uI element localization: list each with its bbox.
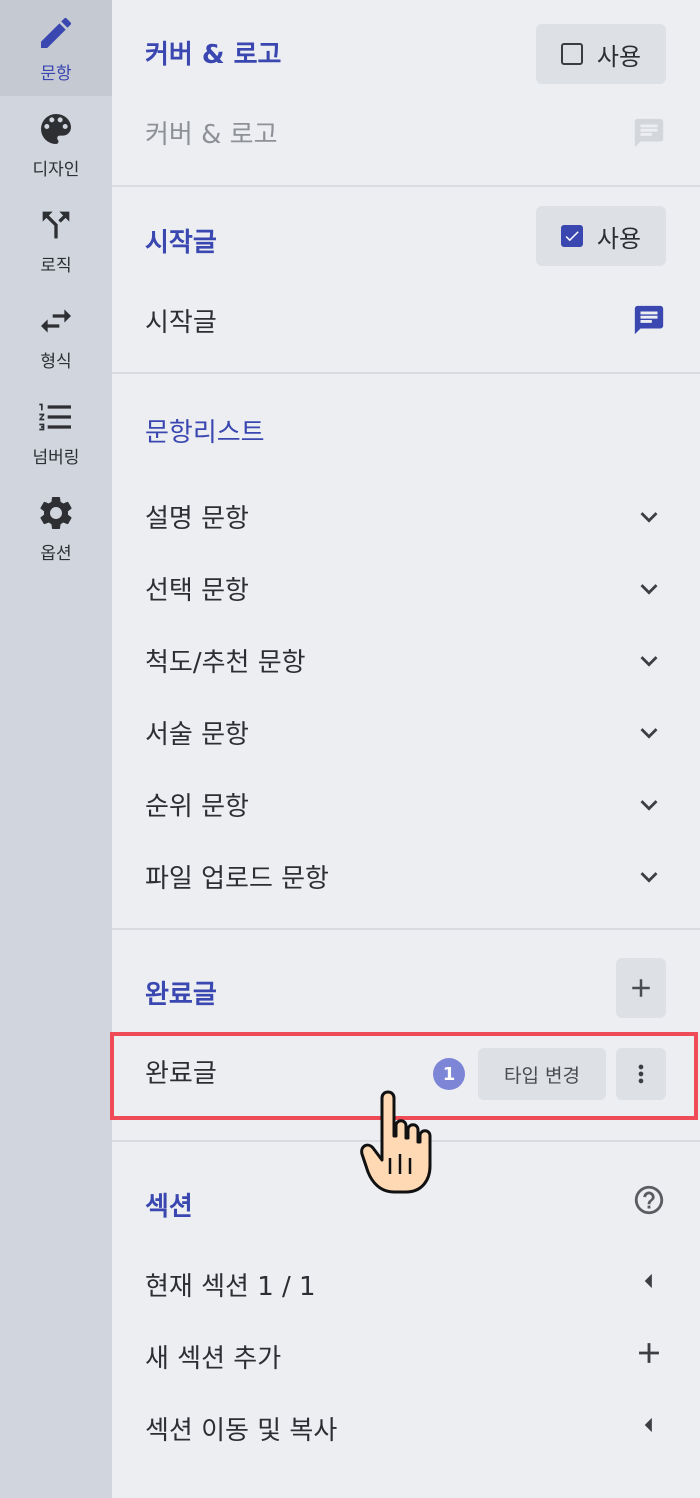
- chevron-down-icon[interactable]: [632, 500, 666, 534]
- checkbox-checked-icon: [560, 225, 583, 247]
- comment-icon[interactable]: [632, 303, 666, 337]
- question-type-item[interactable]: 척도/추천 문항: [145, 642, 306, 679]
- checkbox-unchecked-icon: [560, 43, 583, 65]
- divider: [112, 372, 700, 374]
- rail-item-format[interactable]: 형식: [0, 288, 112, 384]
- rail-item-questions[interactable]: 문항: [0, 0, 112, 96]
- rail-item-numbering[interactable]: 넘버링: [0, 384, 112, 480]
- ending-section-title: 완료글: [145, 980, 217, 1010]
- intro-section-title: 시작글: [145, 228, 217, 258]
- pencil-icon: [41, 17, 72, 48]
- current-section-item[interactable]: 현재 섹션 1 / 1: [145, 1266, 316, 1303]
- use-label: 사용: [596, 42, 642, 71]
- chevron-down-icon[interactable]: [632, 860, 666, 894]
- left-nav-rail: 문항 디자인 로직 형식 넘버링 옵션: [0, 0, 112, 1498]
- help-icon[interactable]: [632, 1183, 666, 1217]
- chevron-down-icon[interactable]: [632, 716, 666, 750]
- cover-section-title: 커버 & 로고: [145, 40, 282, 70]
- cover-use-toggle[interactable]: 사용: [536, 24, 666, 84]
- rail-label: 넘버링: [32, 447, 80, 468]
- plus-icon[interactable]: [632, 1336, 666, 1370]
- type-change-button[interactable]: 타입 변경: [478, 1048, 606, 1100]
- palette-icon: [41, 113, 71, 144]
- question-panel: 커버 & 로고 사용 커버 & 로고 시작글 사용 시작글 문항리스트 설명 문…: [110, 0, 700, 1498]
- section-title: 섹션: [145, 1192, 193, 1222]
- add-section-item[interactable]: 새 섹션 추가: [145, 1338, 281, 1375]
- question-type-item[interactable]: 선택 문항: [145, 570, 249, 607]
- numbered-list-icon: [39, 403, 71, 430]
- chevron-down-icon[interactable]: [632, 572, 666, 606]
- count-badge: 1: [433, 1058, 465, 1090]
- chevron-down-icon[interactable]: [632, 788, 666, 822]
- ending-item[interactable]: 완료글: [145, 1053, 217, 1090]
- cover-item[interactable]: 커버 & 로고: [145, 114, 277, 151]
- rail-item-logic[interactable]: 로직: [0, 192, 112, 288]
- chevron-down-icon[interactable]: [632, 644, 666, 678]
- more-vert-icon: [638, 1064, 644, 1084]
- intro-item[interactable]: 시작글: [145, 302, 217, 339]
- swap-arrows-icon: [41, 308, 71, 333]
- question-type-item[interactable]: 순위 문항: [145, 786, 249, 823]
- move-copy-section-item[interactable]: 섹션 이동 및 복사: [145, 1410, 337, 1447]
- intro-use-toggle[interactable]: 사용: [536, 206, 666, 266]
- caret-left-icon[interactable]: [632, 1264, 666, 1298]
- caret-left-icon[interactable]: [632, 1408, 666, 1442]
- rail-label: 형식: [40, 351, 72, 372]
- question-list-title: 문항리스트: [145, 418, 265, 448]
- divider: [112, 185, 700, 187]
- question-type-item[interactable]: 파일 업로드 문항: [145, 858, 329, 895]
- rail-label: 디자인: [32, 159, 80, 180]
- rail-label: 문항: [40, 63, 72, 84]
- comment-icon[interactable]: [632, 116, 666, 150]
- rail-label: 로직: [40, 255, 72, 276]
- question-type-item[interactable]: 설명 문항: [145, 498, 249, 535]
- rail-item-design[interactable]: 디자인: [0, 96, 112, 192]
- rail-item-options[interactable]: 옵션: [0, 480, 112, 576]
- rail-label: 옵션: [40, 543, 72, 564]
- divider: [112, 928, 700, 930]
- use-label: 사용: [596, 224, 642, 253]
- question-type-item[interactable]: 서술 문항: [145, 714, 249, 751]
- add-ending-button[interactable]: [616, 958, 666, 1018]
- more-options-button[interactable]: [616, 1048, 666, 1100]
- branch-icon: [42, 211, 70, 238]
- plus-icon: [632, 979, 650, 997]
- gear-icon: [40, 496, 72, 529]
- pointing-hand-icon: [360, 1090, 432, 1194]
